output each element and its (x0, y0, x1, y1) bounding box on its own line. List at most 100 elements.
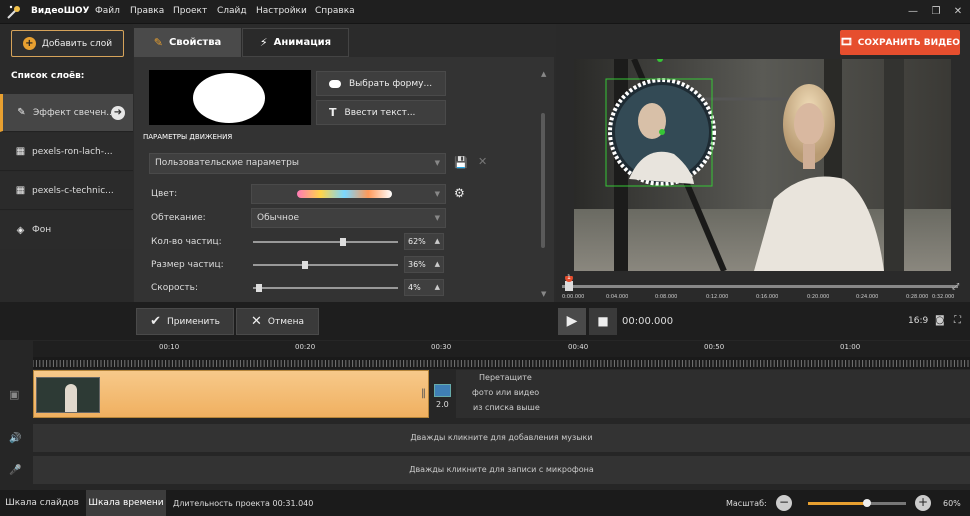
stepper-icon[interactable]: ▲ (435, 280, 440, 295)
layer-label: Эффект свечен... (33, 107, 115, 118)
layer-label: pexels-c-technic... (32, 185, 114, 196)
mic-track[interactable]: Дважды кликните для записи с микрофона (33, 456, 970, 484)
timeline-tick: 01:00 (840, 343, 861, 351)
zoom-slider[interactable] (808, 499, 906, 507)
apply-label: Применить (166, 316, 220, 327)
save-video-label: СОХРАНИТЬ ВИДЕО (857, 37, 960, 48)
film-icon: ▦ (15, 146, 26, 157)
play-button[interactable]: ▶ (558, 308, 586, 335)
scroll-down-icon[interactable]: ▼ (541, 290, 546, 298)
restore-icon[interactable]: ❐ (928, 4, 944, 20)
slider-thumb[interactable] (255, 284, 262, 292)
minimize-icon[interactable]: — (905, 4, 921, 20)
oval-shape (193, 73, 265, 123)
tab-slides[interactable]: Шкала слайдов (0, 490, 84, 516)
menu-project[interactable]: Проект (173, 6, 207, 16)
tab-timeline[interactable]: Шкала времени (86, 490, 166, 516)
save-video-button[interactable]: 🎞 СОХРАНИТЬ ВИДЕО (840, 30, 960, 55)
count-value: 62% (408, 237, 426, 246)
cancel-button[interactable]: ✕ Отмена (236, 308, 319, 335)
video-preview[interactable] (574, 59, 951, 271)
layer-item-glow-effect[interactable]: ✎ Эффект свечен... ➜ (0, 94, 133, 132)
speed-input[interactable]: 4% ▲ (404, 279, 444, 296)
particle-size-slider[interactable] (253, 261, 398, 269)
particle-count-slider[interactable] (253, 238, 398, 246)
enter-text-button[interactable]: T Ввести текст... (316, 100, 446, 125)
zoom-out-button[interactable]: − (776, 495, 792, 511)
layer-item-background[interactable]: ◈ Фон (0, 211, 133, 249)
drop-hint-line3: из списка выше (473, 403, 540, 412)
close-icon: ✕ (251, 314, 262, 329)
speed-slider[interactable] (253, 284, 398, 292)
menu-settings[interactable]: Настройки (256, 6, 307, 16)
minus-icon: − (778, 495, 790, 509)
check-icon: ✔ (150, 314, 161, 329)
wrap-dropdown[interactable]: Обычное ▼ (251, 208, 446, 228)
tab-properties[interactable]: ✎ Свойства (134, 28, 241, 57)
film-icon: 🎞 (840, 37, 853, 48)
drop-hint-line1: Перетащите (479, 373, 532, 382)
zoom-label: Масштаб: (726, 499, 767, 508)
stop-button[interactable]: ■ (589, 308, 617, 335)
fullscreen-icon[interactable]: ⤢ (952, 282, 959, 292)
zoom-thumb[interactable] (862, 499, 871, 507)
layer-item-video-1[interactable]: ▦ pexels-ron-lach-... (0, 133, 133, 171)
particle-size-input[interactable]: 36% ▲ (404, 256, 444, 273)
magic-wand-icon: ✎ (17, 107, 26, 118)
music-track[interactable]: Дважды кликните для добавления музыки (33, 424, 970, 452)
shape-preview (149, 70, 311, 125)
menu-edit[interactable]: Правка (130, 6, 164, 16)
stop-icon: ■ (597, 314, 609, 328)
tick: 0:28.000 (906, 294, 929, 300)
stepper-icon[interactable]: ▲ (435, 257, 440, 272)
gear-icon[interactable]: ⚙ (454, 186, 465, 200)
menu-file[interactable]: Файл (95, 6, 120, 16)
preset-dropdown[interactable]: Пользовательские параметры ▼ (149, 153, 446, 174)
tick: 0:08.000 (655, 294, 678, 300)
slider-thumb[interactable] (339, 238, 346, 246)
drop-hint-line2: фото или видео (472, 388, 540, 397)
menu-slide[interactable]: Слайд (217, 6, 247, 16)
color-picker[interactable]: ▼ (251, 184, 446, 204)
tick: 0:20.000 (807, 294, 830, 300)
tick: 0:16.000 (756, 294, 779, 300)
menu-bar: ВидеоШОУ Файл Правка Проект Слайд Настро… (0, 0, 970, 24)
tick: 0:12.000 (706, 294, 729, 300)
tab-animation[interactable]: ⚡ Анимация (242, 28, 349, 57)
arrow-right-icon[interactable]: ➜ (111, 106, 125, 120)
clip-thumbnail (36, 377, 100, 413)
add-layer-button[interactable]: + Добавить слой (11, 30, 124, 57)
video-clip[interactable]: ‖ (33, 370, 429, 418)
time-readout: 00:00.000 (622, 316, 674, 327)
aspect-ratio[interactable]: 16:9 (908, 316, 928, 326)
stepper-icon[interactable]: ▲ (435, 234, 440, 249)
particle-count-input[interactable]: 62% ▲ (404, 233, 444, 250)
video-track-icon: ▣ (9, 388, 20, 401)
layer-list-title: Список слоёв: (11, 71, 85, 81)
scroll-up-icon[interactable]: ▲ (541, 70, 546, 78)
camera-icon[interactable]: ◙ (935, 315, 945, 326)
fullscreen-icon[interactable]: ⛶ (954, 315, 961, 326)
delete-preset-icon[interactable]: ✕ (478, 155, 487, 168)
tab-slides-label: Шкала слайдов (5, 498, 79, 508)
settings-scrollbar[interactable] (541, 113, 545, 248)
slider-thumb[interactable] (302, 261, 309, 269)
paint-bucket-icon: ◈ (16, 224, 25, 236)
apply-button[interactable]: ✔ Применить (136, 308, 234, 335)
transition-icon[interactable] (434, 384, 451, 397)
video-frame (574, 59, 951, 271)
layer-item-video-2[interactable]: ▦ pexels-c-technic... (0, 172, 133, 210)
close-icon[interactable]: ✕ (950, 4, 966, 20)
menu-help[interactable]: Справка (315, 6, 355, 16)
clip-handle-icon[interactable]: ‖ (421, 388, 426, 399)
layer-label: Фон (32, 225, 52, 235)
wrap-label: Обтекание: (151, 213, 206, 223)
zoom-in-button[interactable]: + (915, 495, 931, 511)
choose-shape-button[interactable]: Выбрать форму... (316, 71, 446, 96)
timeline-tick: 00:50 (704, 343, 725, 351)
tab-timeline-label: Шкала времени (88, 498, 164, 508)
save-preset-icon[interactable]: 💾 (454, 156, 468, 169)
layer-label: pexels-ron-lach-... (32, 146, 113, 157)
size-value: 36% (408, 260, 426, 269)
text-icon: T (329, 106, 337, 119)
